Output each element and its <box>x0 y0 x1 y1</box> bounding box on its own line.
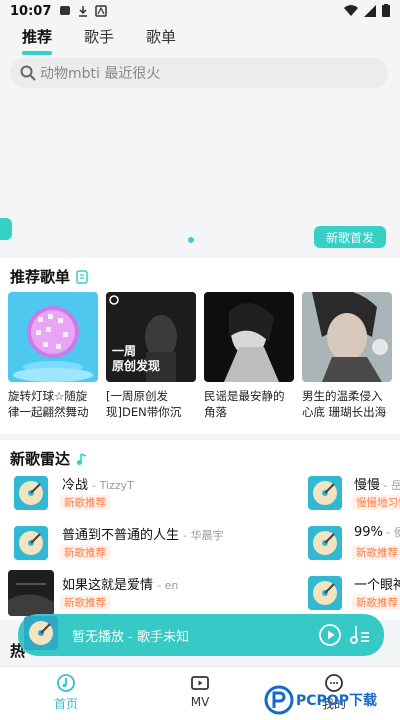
status-time: 10:07 <box>10 3 52 19</box>
play-button[interactable] <box>318 623 342 647</box>
song-tag: 新歌推荐 <box>60 495 110 510</box>
song-title: 冷战 - TizzyT <box>62 474 134 493</box>
song-name: 冷战 <box>62 478 89 493</box>
playlists-section: 推荐歌单 旋转灯球☆随旋律一起翩然舞动 一周 原创发现 [一周原创发现]DEN带… <box>0 258 400 434</box>
player-disc-thumb <box>24 616 58 650</box>
playlist-cover-disco <box>8 292 98 382</box>
message-icon <box>59 5 71 17</box>
play-icon <box>319 624 341 646</box>
app-screen: 10:07 推荐 歌手 歌单 动物mbti 最近很火 新歌首发 推荐歌单 旋转灯… <box>0 0 400 720</box>
song-title: 如果这就是爱情 - en <box>62 574 178 593</box>
song-artist: - en <box>157 579 179 592</box>
song-artist: - 华晨宇 <box>183 529 224 542</box>
new-songs-title: 新歌雷达 <box>10 450 71 468</box>
playlists-title: 推荐歌单 <box>10 268 71 286</box>
playlist-button[interactable] <box>348 623 372 647</box>
song-artist: - 侯 <box>383 526 400 539</box>
music-note-icon <box>77 452 87 465</box>
video-icon <box>191 676 209 690</box>
status-indicators <box>344 4 390 17</box>
playlist-card[interactable]: 一周 原创发现 [一周原创发现]DEN带你沉入... <box>106 292 196 420</box>
disc-thumb <box>308 576 342 610</box>
artist-name: en <box>164 579 179 592</box>
playlist-cover-folk <box>204 292 294 382</box>
song-tag: 慢慢地习惯 <box>352 495 400 510</box>
download-icon <box>77 5 89 17</box>
playlist-cards: 旋转灯球☆随旋律一起翩然舞动 一周 原创发现 [一周原创发现]DEN带你沉入..… <box>8 292 392 420</box>
tab-recommend[interactable]: 推荐 <box>22 26 53 55</box>
song-tag: 新歌推荐 <box>60 595 110 610</box>
nav-label: MV <box>190 695 210 709</box>
banner-left-edge <box>0 218 12 240</box>
search-placeholder: 动物mbti 最近很火 <box>40 66 161 82</box>
cover-caption: 一周 原创发现 <box>112 344 161 373</box>
banner-badge[interactable]: 新歌首发 <box>313 226 386 248</box>
song-tag: 新歌推荐 <box>352 595 400 610</box>
music-disc-icon <box>57 674 75 692</box>
artist-name: 侯 <box>393 526 400 539</box>
tab-playlists[interactable]: 歌单 <box>146 26 176 51</box>
song-tag: 新歌推荐 <box>352 545 400 560</box>
disc-thumb <box>14 476 48 510</box>
song-row-right[interactable]: 一个眼神 新歌推荐 <box>306 574 400 614</box>
song-artist: - 岳 <box>380 479 400 492</box>
song-name: 普通到不普通的人生 <box>62 528 180 543</box>
playlist-card[interactable]: 民谣是最安静的角落 <box>204 292 294 420</box>
mini-player[interactable]: 暂无播放 - 歌手未知 <box>18 614 384 656</box>
playlist-title: [一周原创发现]DEN带你沉入... <box>106 389 182 419</box>
watermark-logo-icon <box>264 685 294 715</box>
playlist-title: 男生的温柔侵入心底 珊瑚长出海面... <box>302 389 387 419</box>
playlist-icon <box>76 269 88 284</box>
artist-name: 华晨宇 <box>190 529 224 542</box>
banner-carousel[interactable]: 新歌首发 <box>0 92 400 252</box>
song-row-right[interactable]: 99% - 侯 新歌推荐 <box>306 524 400 564</box>
search-bar[interactable]: 动物mbti 最近很火 <box>10 58 388 88</box>
notification-icon <box>95 5 108 17</box>
song-title: 普通到不普通的人生 - 华晨宇 <box>62 524 224 543</box>
disc-thumb <box>308 526 342 560</box>
album-thumb <box>8 570 54 616</box>
song-title: 一个眼神 <box>354 574 400 593</box>
artist-name: TizzyT <box>99 479 134 492</box>
song-artist: - TizzyT <box>92 479 134 492</box>
playlist-card[interactable]: 旋转灯球☆随旋律一起翩然舞动 <box>8 292 98 420</box>
top-tabs: 推荐 歌手 歌单 <box>0 22 400 55</box>
song-name: 如果这就是爱情 <box>62 578 154 593</box>
nav-home[interactable]: 首页 <box>36 673 96 712</box>
queue-icon <box>350 626 369 644</box>
nav-mv[interactable]: MV <box>170 673 230 709</box>
search-icon <box>20 65 36 81</box>
disc-thumb <box>14 526 48 560</box>
watermark: PCPOP下载 <box>264 682 396 718</box>
playlist-title: 旋转灯球☆随旋律一起翩然舞动 <box>8 389 89 419</box>
song-name: 一个眼神 <box>354 578 400 593</box>
now-playing-text: 暂无播放 - 歌手未知 <box>72 630 189 645</box>
battery-icon <box>382 4 390 17</box>
song-row-right[interactable]: 慢慢 - 岳 慢慢地习惯 <box>306 474 400 514</box>
status-bar: 10:07 <box>0 0 400 22</box>
playlist-cover-original: 一周 原创发现 <box>106 292 196 382</box>
artist-name: 岳 <box>390 479 400 492</box>
signal-icon <box>364 4 376 17</box>
playlist-title: 民谣是最安静的角落 <box>204 389 285 419</box>
song-title: 99% - 侯 <box>354 524 400 540</box>
playlist-cover-gentle <box>302 292 392 382</box>
new-songs-section: 新歌雷达 冷战 - TizzyT 新歌推荐 普通到不普通的人生 - 华晨宇 新歌… <box>0 440 400 620</box>
nav-label: 首页 <box>53 697 78 711</box>
tab-singers[interactable]: 歌手 <box>84 26 114 51</box>
playlist-card[interactable]: 男生的温柔侵入心底 珊瑚长出海面... <box>302 292 392 420</box>
song-name: 慢慢 <box>354 478 381 493</box>
watermark-text: PCPOP下载 <box>296 693 377 709</box>
song-title: 慢慢 - 岳 <box>354 474 400 493</box>
song-name: 99% <box>354 525 383 540</box>
carousel-indicator <box>188 237 194 243</box>
section-title: 推荐歌单 <box>10 266 88 287</box>
song-tag: 新歌推荐 <box>60 545 110 560</box>
disc-thumb <box>308 476 342 510</box>
section-title: 新歌雷达 <box>10 448 88 469</box>
wifi-icon <box>344 4 358 16</box>
